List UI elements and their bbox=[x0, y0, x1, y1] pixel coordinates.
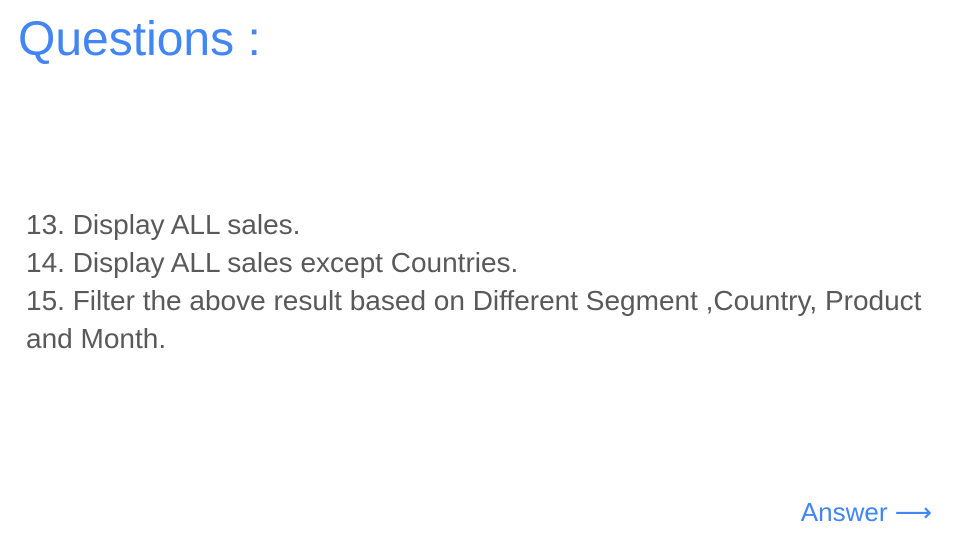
question-13: 13. Display ALL sales. bbox=[26, 209, 301, 240]
answer-link[interactable]: Answer ⟶ bbox=[801, 494, 932, 530]
question-list: 13. Display ALL sales. 14. Display ALL s… bbox=[26, 206, 936, 358]
slide-title: Questions : bbox=[18, 13, 261, 66]
question-15: 15. Filter the above result based on Dif… bbox=[26, 285, 922, 354]
question-14: 14. Display ALL sales except Countries. bbox=[26, 247, 519, 278]
slide: Questions : 13. Display ALL sales. 14. D… bbox=[0, 0, 960, 540]
